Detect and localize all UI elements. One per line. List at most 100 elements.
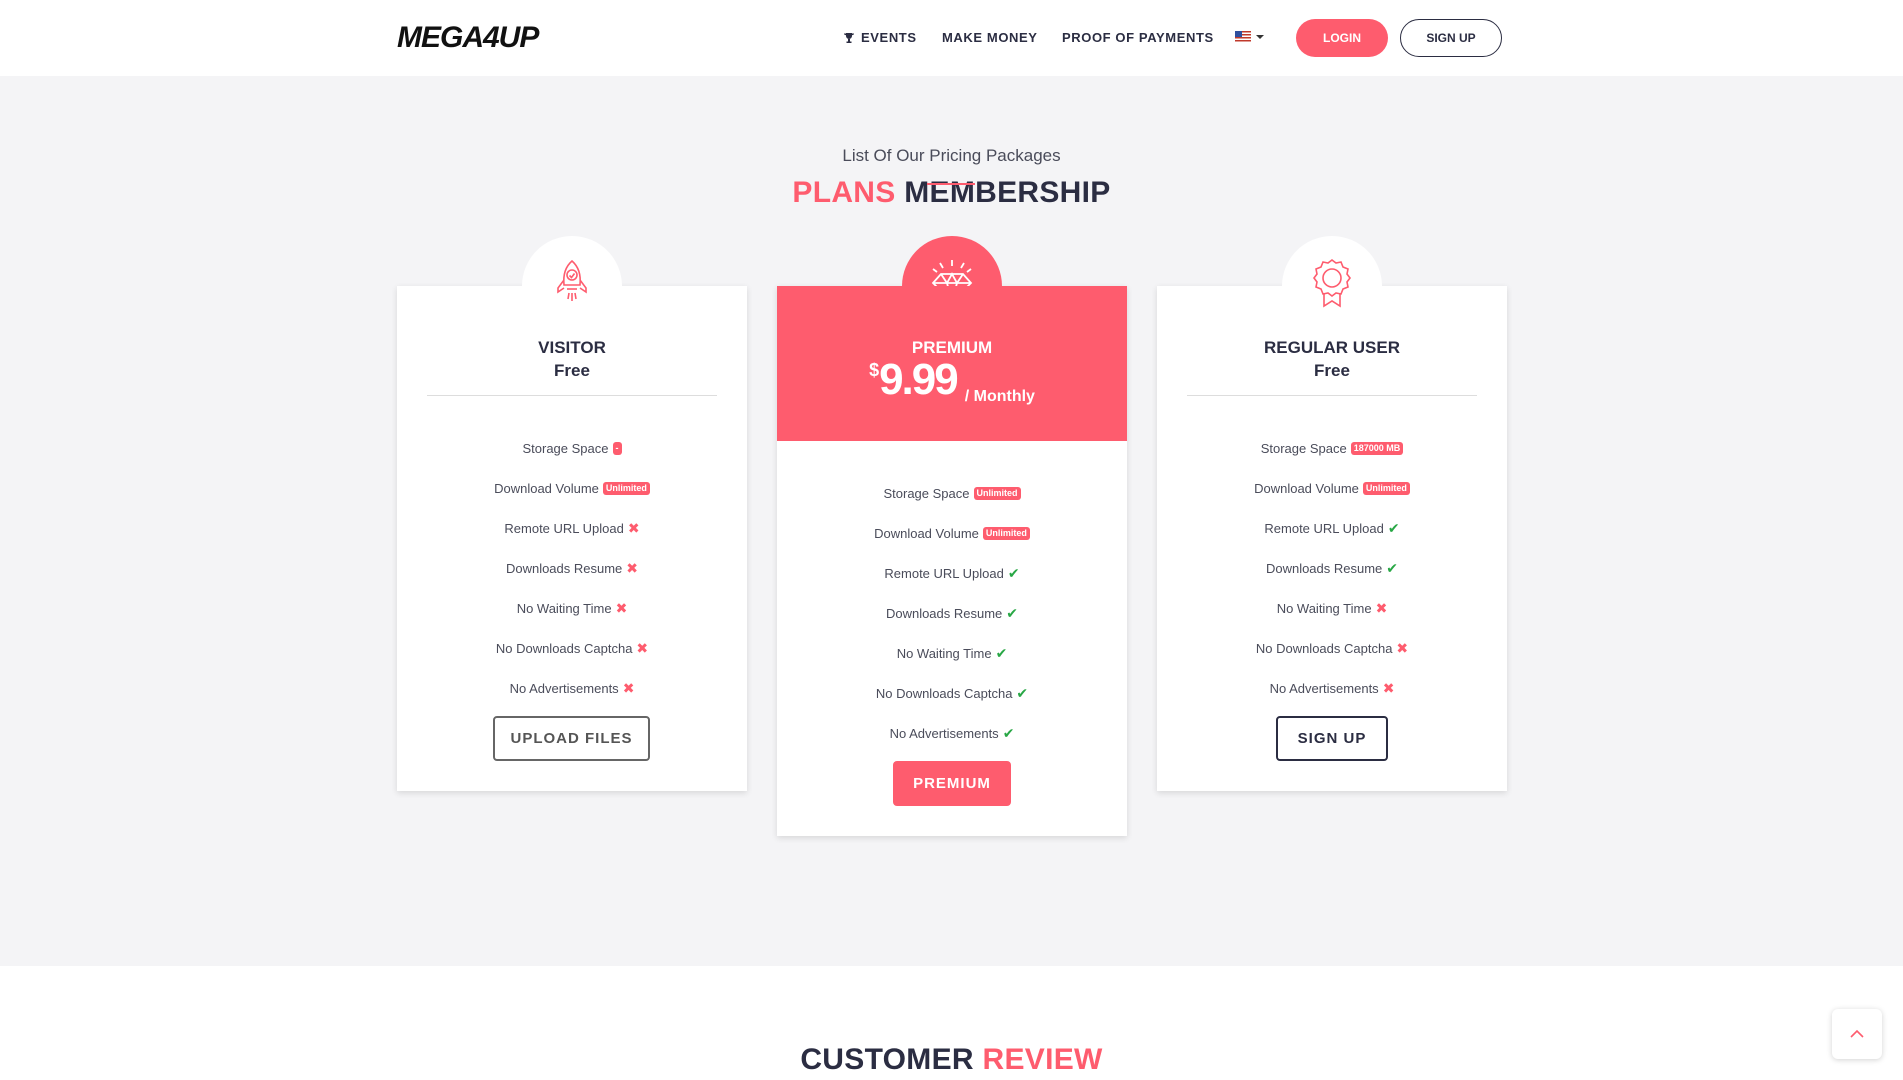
upload-files-button[interactable]: UPLOAD FILES xyxy=(493,716,650,761)
feature-tag: 187000 MB xyxy=(1350,441,1404,455)
nav-proof-of-payments[interactable]: PROOF OF PAYMENTS xyxy=(1062,30,1214,45)
feature-item: Storage Space - xyxy=(397,428,747,468)
feature-label: Storage Space xyxy=(522,440,609,456)
card-divider xyxy=(427,395,717,396)
feature-label: Downloads Resume xyxy=(505,560,623,576)
header-signup-button[interactable]: SIGN UP xyxy=(1400,19,1502,57)
feature-list: Storage Space - Download Volume Unlimited … xyxy=(397,428,747,708)
language-selector[interactable] xyxy=(1235,31,1264,42)
feature-label: Downloads Resume xyxy=(1265,560,1383,576)
feature-item: Storage Space Unlimited xyxy=(777,473,1127,513)
nav-make-money[interactable]: MAKE MONEY xyxy=(942,30,1038,45)
feature-item: Remote URL Upload ✔ xyxy=(777,553,1127,593)
feature-list: Storage Space 187000 MB Download Volume Un… xyxy=(1157,428,1507,708)
feature-label: Download Volume xyxy=(494,480,599,496)
cross-icon: ✖ xyxy=(1396,639,1409,656)
pricing-title-accent: PLANS xyxy=(792,176,896,209)
pricing-title: PLANS MEMBERSHIP xyxy=(0,176,1903,210)
feature-item: No Advertisements ✖ xyxy=(397,668,747,708)
feature-list: Storage Space Unlimited Download Volume Un… xyxy=(777,473,1127,753)
feature-item: No Downloads Captcha ✖ xyxy=(1157,628,1507,668)
check-icon: ✔ xyxy=(1007,564,1020,581)
feature-label: Remote URL Upload xyxy=(884,565,1004,581)
feature-item: Download Volume Unlimited xyxy=(777,513,1127,553)
premium-header: PREMIUM $ 9.99 / Monthly xyxy=(777,286,1127,441)
us-flag-icon xyxy=(1235,31,1251,42)
feature-label: No Waiting Time xyxy=(1276,600,1372,616)
feature-label: No Downloads Captcha xyxy=(875,685,1013,701)
feature-label: No Advertisements xyxy=(889,725,999,741)
cross-icon: ✖ xyxy=(1375,599,1388,616)
feature-item: No Advertisements ✖ xyxy=(1157,668,1507,708)
feature-label: No Waiting Time xyxy=(896,645,992,661)
check-icon: ✔ xyxy=(1006,604,1019,621)
logo-text: MEGA4UP xyxy=(397,21,539,54)
cross-icon: ✖ xyxy=(622,679,635,696)
feature-item: No Waiting Time ✖ xyxy=(1157,588,1507,628)
cross-icon: ✖ xyxy=(626,559,639,576)
feature-tag: Unlimited xyxy=(973,486,1021,500)
chevron-up-icon xyxy=(1850,1029,1864,1038)
check-icon: ✔ xyxy=(995,644,1008,661)
feature-label: Downloads Resume xyxy=(885,605,1003,621)
feature-label: Download Volume xyxy=(1254,480,1359,496)
pricing-subtitle: List Of Our Pricing Packages xyxy=(842,146,1061,165)
price-amount: 9.99 xyxy=(879,355,959,404)
plan-signup-button[interactable]: SIGN UP xyxy=(1276,716,1388,761)
check-icon: ✔ xyxy=(1016,684,1029,701)
feature-label: No Waiting Time xyxy=(516,600,612,616)
feature-tag: Unlimited xyxy=(602,481,650,495)
feature-item: Download Volume Unlimited xyxy=(397,468,747,508)
feature-label: No Downloads Captcha xyxy=(495,640,633,656)
site-logo[interactable]: MEGA4UP xyxy=(397,17,539,59)
review-title-rest: CUSTOMER xyxy=(800,1043,974,1076)
check-icon: ✔ xyxy=(1386,559,1399,576)
feature-item: Downloads Resume ✔ xyxy=(1157,548,1507,588)
feature-item: Remote URL Upload ✖ xyxy=(397,508,747,548)
feature-item: Remote URL Upload ✔ xyxy=(1157,508,1507,548)
back-to-top-button[interactable] xyxy=(1832,1009,1882,1059)
feature-item: Downloads Resume ✔ xyxy=(777,593,1127,633)
site-header: MEGA4UP EVENTS MAKE MONEY PROOF OF PAYME… xyxy=(0,0,1903,76)
feature-item: Storage Space 187000 MB xyxy=(1157,428,1507,468)
feature-label: Remote URL Upload xyxy=(504,520,624,536)
feature-item: Downloads Resume ✖ xyxy=(397,548,747,588)
plan-card-regular-user: REGULAR USER Free Storage Space 187000 MB… xyxy=(1157,236,1507,791)
plan-price: $ 9.99 / Monthly xyxy=(777,358,1127,406)
feature-item: Download Volume Unlimited xyxy=(1157,468,1507,508)
feature-label: Download Volume xyxy=(874,525,979,541)
price-currency: $ xyxy=(869,360,880,380)
feature-label: No Advertisements xyxy=(1269,680,1379,696)
feature-label: Storage Space xyxy=(1260,440,1347,456)
feature-item: No Waiting Time ✔ xyxy=(777,633,1127,673)
trophy-icon xyxy=(843,32,855,43)
feature-label: No Advertisements xyxy=(509,680,619,696)
title-divider xyxy=(927,183,975,185)
plan-name: VISITOR xyxy=(538,338,606,357)
review-title: CUSTOMER REVIEW xyxy=(0,1043,1903,1077)
login-button[interactable]: LOGIN xyxy=(1296,19,1388,57)
price-period: / Monthly xyxy=(964,388,1035,405)
feature-item: No Downloads Captcha ✔ xyxy=(777,673,1127,713)
plan-name: REGULAR USER xyxy=(1263,338,1400,357)
plan-price: Free xyxy=(1314,361,1350,380)
feature-label: Storage Space xyxy=(883,485,970,501)
feature-item: No Downloads Captcha ✖ xyxy=(397,628,747,668)
feature-tag: Unlimited xyxy=(982,526,1030,540)
feature-tag: Unlimited xyxy=(1362,481,1410,495)
nav-events[interactable]: EVENTS xyxy=(843,30,917,45)
caret-down-icon xyxy=(1256,34,1264,39)
premium-button[interactable]: PREMIUM xyxy=(893,761,1011,806)
feature-item: No Waiting Time ✖ xyxy=(397,588,747,628)
review-title-accent: REVIEW xyxy=(982,1043,1103,1076)
feature-label: No Downloads Captcha xyxy=(1255,640,1393,656)
nav-events-label: EVENTS xyxy=(861,30,917,45)
cross-icon: ✖ xyxy=(1382,679,1395,696)
check-icon: ✔ xyxy=(1387,519,1400,536)
feature-tag: - xyxy=(612,441,622,455)
feature-item: No Advertisements ✔ xyxy=(777,713,1127,753)
plan-card-premium: PREMIUM $ 9.99 / Monthly Storage Space Un… xyxy=(777,236,1127,836)
card-divider xyxy=(1187,395,1477,396)
pricing-title-rest: MEMBERSHIP xyxy=(904,176,1111,209)
cross-icon: ✖ xyxy=(627,519,640,536)
